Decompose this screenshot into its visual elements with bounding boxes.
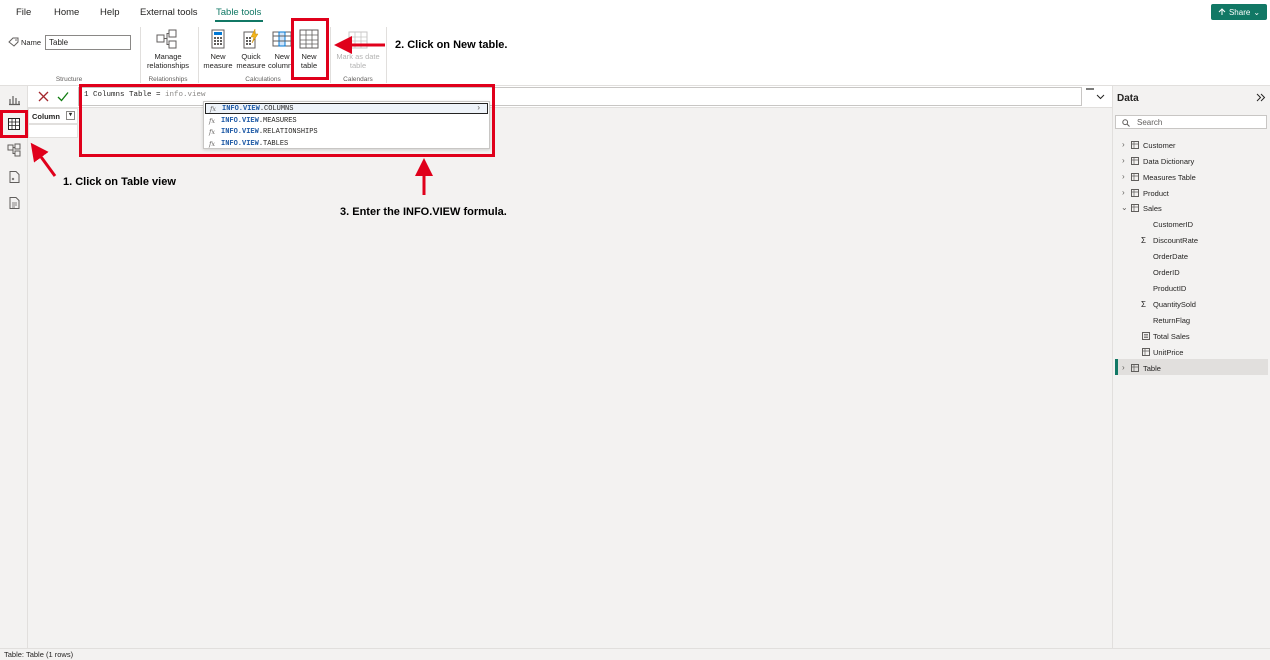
tree-field-orderdate[interactable]: OrderDate <box>1153 252 1188 261</box>
tree-field-customerid[interactable]: CustomerID <box>1153 220 1193 229</box>
tree-table-sales[interactable]: Sales <box>1143 204 1162 213</box>
view-switcher-rail <box>0 86 28 648</box>
status-bar: Table: Table (1 rows) <box>0 648 1270 660</box>
quick-measure-line1: Quick <box>241 52 261 61</box>
tmdl-view-icon[interactable] <box>7 196 21 210</box>
tree-field-discountrate[interactable]: DiscountRate <box>1153 236 1198 245</box>
name-label: Name <box>21 38 42 47</box>
tree-field-total-sales[interactable]: Total Sales <box>1153 332 1190 341</box>
search-placeholder: Search <box>1137 117 1163 127</box>
annotation-box-new-table <box>291 18 329 80</box>
measure-icon <box>1142 332 1150 340</box>
table-icon <box>1131 204 1139 212</box>
cancel-formula-icon[interactable] <box>38 91 49 102</box>
table-canvas <box>28 108 1112 648</box>
ribbon-separator <box>330 27 331 83</box>
annotation-box-table-view <box>0 110 28 138</box>
structure-group-label: Structure <box>55 76 83 83</box>
annotation-step1: 1. Click on Table view <box>63 176 176 188</box>
calculated-column-icon <box>1142 348 1150 356</box>
mark-date-line1: Mark as date <box>336 52 380 61</box>
chevron-right-icon[interactable]: › <box>1122 363 1125 372</box>
status-text: Table: Table (1 rows) <box>4 650 74 659</box>
annotation-step2: 2. Click on New table. <box>395 39 508 51</box>
tree-field-orderid[interactable]: OrderID <box>1153 268 1180 277</box>
dax-query-view-icon[interactable] <box>7 170 21 184</box>
chevron-down-icon[interactable]: ⌄ <box>1121 203 1128 212</box>
menu-help[interactable]: Help <box>100 7 120 18</box>
table-icon <box>1131 189 1139 197</box>
ribbon-separator <box>140 27 141 83</box>
tree-table-table[interactable]: Table <box>1143 364 1161 373</box>
share-icon <box>1218 8 1226 15</box>
calculated-table-icon <box>1131 173 1139 181</box>
search-icon <box>1122 119 1130 127</box>
ribbon-separator <box>386 27 387 83</box>
report-view-icon[interactable] <box>7 92 21 106</box>
sigma-icon: Σ <box>1141 236 1146 245</box>
menu-external-tools[interactable]: External tools <box>140 7 198 18</box>
annotation-box-formula <box>79 84 495 157</box>
calculator-icon <box>211 29 225 49</box>
new-measure-button[interactable]: New measure <box>203 27 233 75</box>
menu-bar: File Home Help External tools Table tool… <box>0 0 1270 24</box>
chevron-right-icon[interactable]: › <box>1122 172 1125 181</box>
chevron-right-icon[interactable]: › <box>1122 156 1125 165</box>
quick-measure-line2: measure <box>236 61 266 70</box>
tree-table-measures-table[interactable]: Measures Table <box>1143 173 1196 182</box>
collapse-pane-icon[interactable] <box>1256 93 1266 102</box>
chevron-right-icon[interactable]: › <box>1122 188 1125 197</box>
tree-field-returnflag[interactable]: ReturnFlag <box>1153 316 1190 325</box>
table-icon <box>1131 157 1139 165</box>
mark-date-line2: table <box>349 61 367 70</box>
manage-relationships-button[interactable]: Manage relationships <box>143 27 193 75</box>
share-button[interactable]: Share ⌄ <box>1211 4 1267 20</box>
tree-table-customer[interactable]: Customer <box>1143 141 1176 150</box>
quick-measure-button[interactable]: Quick measure <box>236 27 266 75</box>
menu-file[interactable]: File <box>16 7 31 18</box>
column-header-label: Column <box>32 112 60 121</box>
calendars-group-label: Calendars <box>343 76 373 83</box>
calculated-table-icon <box>1131 364 1139 372</box>
relationships-icon <box>156 29 177 49</box>
sigma-icon: Σ <box>1141 300 1146 309</box>
chevron-right-icon[interactable]: › <box>1122 140 1125 149</box>
filter-dropdown-icon[interactable]: ▾ <box>66 111 75 120</box>
tree-table-data-dictionary[interactable]: Data Dictionary <box>1143 157 1194 166</box>
chevron-down-icon[interactable] <box>1096 94 1105 100</box>
data-search-input[interactable]: Search <box>1115 115 1267 129</box>
calendar-icon <box>348 31 368 49</box>
model-view-icon[interactable] <box>7 143 21 157</box>
annotation-step3: 3. Enter the INFO.VIEW formula. <box>340 206 507 218</box>
tree-field-productid[interactable]: ProductID <box>1153 284 1186 293</box>
share-label: Share <box>1228 7 1251 17</box>
manage-rel-line1: Manage <box>154 52 182 61</box>
quick-measure-icon <box>243 29 259 49</box>
column-header[interactable]: Column ▾ <box>28 108 78 124</box>
tree-table-product[interactable]: Product <box>1143 189 1169 198</box>
ribbon-separator <box>198 27 199 83</box>
commit-formula-icon[interactable] <box>57 91 69 102</box>
new-measure-line1: New <box>210 52 226 61</box>
table-name-field[interactable] <box>45 35 131 50</box>
new-measure-line2: measure <box>203 61 233 70</box>
collapse-formula-icon[interactable] <box>1085 88 1095 92</box>
tag-icon <box>8 37 19 47</box>
tree-field-quantitysold[interactable]: QuantitySold <box>1153 300 1196 309</box>
chevron-down-icon: ⌄ <box>1253 7 1261 17</box>
relationships-group-label: Relationships <box>148 76 188 83</box>
mark-as-date-table-button[interactable]: Mark as date table <box>333 27 383 75</box>
active-tab-indicator <box>215 20 263 22</box>
tree-field-unitprice[interactable]: UnitPrice <box>1153 348 1183 357</box>
menu-home[interactable]: Home <box>54 7 79 18</box>
table-icon <box>1131 141 1139 149</box>
ribbon: Name Structure Manage relationships Rela… <box>0 24 1270 86</box>
data-pane-title: Data <box>1117 93 1139 104</box>
menu-table-tools[interactable]: Table tools <box>216 7 261 18</box>
new-column-icon <box>272 31 292 47</box>
manage-rel-line2: relationships <box>146 61 190 70</box>
table-cell[interactable] <box>28 124 78 138</box>
